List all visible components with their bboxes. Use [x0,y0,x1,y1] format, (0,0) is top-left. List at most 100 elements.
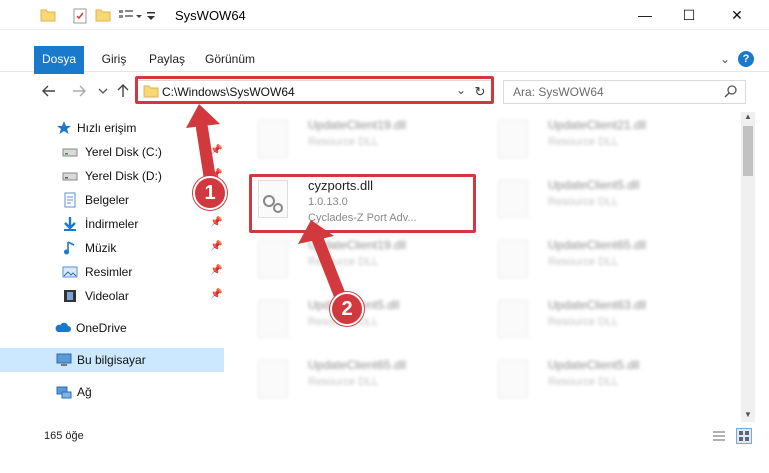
sidebar-item-label: Müzik [85,241,117,255]
close-button[interactable]: ✕ [714,0,760,30]
vertical-scrollbar[interactable]: ▲ ▼ [741,112,755,422]
sidebar-item-label: Belgeler [85,193,130,207]
music-icon [62,240,78,256]
properties-icon[interactable] [72,8,88,24]
computer-icon [56,352,72,368]
details-view-icon[interactable] [712,430,726,445]
documents-icon [62,192,78,208]
dll-file-icon [498,120,528,158]
ribbon-tabs: Dosya Giriş Paylaş Görünüm ⌄ ? [0,46,769,102]
sidebar-item-this-pc[interactable]: Bu bilgisayar [0,348,224,372]
scroll-down-icon[interactable]: ▼ [744,410,752,419]
sidebar-item-videos[interactable]: Videolar 📌 [0,284,224,308]
sidebar-item-label: Hızlı erişim [77,121,137,135]
sidebar-item-network[interactable]: Ağ [0,380,224,404]
tab-share[interactable]: Paylaş [144,46,190,72]
file-description: Resource DLL [308,376,379,388]
sidebar-item-quick-access[interactable]: Hızlı erişim [0,116,224,140]
sidebar-item-local-disk-d[interactable]: Yerel Disk (D:) 📌 [0,164,224,188]
sidebar-item-music[interactable]: Müzik 📌 [0,236,224,260]
file-description: Resource DLL [548,196,619,208]
file-highlight [249,174,476,233]
drive-icon [62,144,78,160]
file-name: UpdateClient5.dll [548,178,640,192]
sidebar-item-pictures[interactable]: Resimler 📌 [0,260,224,284]
file-description: Resource DLL [308,256,379,268]
item-count: 165 öğe [44,430,84,442]
large-icons-view-icon[interactable] [736,428,752,444]
file-list: UpdateClient19.dll Resource DLL UpdateCl… [236,112,741,412]
sidebar-item-label: Ağ [77,385,92,399]
address-bar-highlight [135,76,494,104]
file-item[interactable]: UpdateClient21.dll Resource DLL [486,112,716,168]
minimize-button[interactable]: — [622,0,668,30]
dll-file-icon [498,180,528,218]
folder-icon [40,8,56,24]
file-description: Resource DLL [308,136,379,148]
file-name: UpdateClient65.dll [308,358,407,372]
videos-icon [62,288,78,304]
pin-icon: 📌 [210,217,223,228]
sidebar-item-downloads[interactable]: İndirmeler 📌 [0,212,224,236]
up-icon[interactable] [114,82,132,100]
file-description: Resource DLL [548,136,619,148]
sidebar-item-label: Yerel Disk (C:) [85,145,162,159]
customize-toolbar-icon[interactable] [118,8,144,24]
back-icon[interactable] [40,82,58,100]
scroll-up-icon[interactable]: ▲ [744,112,752,121]
forward-icon[interactable] [70,82,88,100]
file-description: Resource DLL [548,256,619,268]
pin-icon: 📌 [210,289,223,300]
dll-file-icon [258,360,288,398]
file-item[interactable]: UpdateClient5.dll Resource DLL [486,352,716,408]
search-placeholder: Ara: SysWOW64 [513,85,604,99]
pin-icon: 📌 [210,145,223,156]
sidebar-item-label: Yerel Disk (D:) [85,169,162,183]
file-name: UpdateClient21.dll [548,118,647,132]
pin-icon: 📌 [210,241,223,252]
status-bar: 165 öğe [0,422,769,450]
file-name: UpdateClient19.dll [308,118,407,132]
scroll-thumb[interactable] [743,126,753,176]
file-description: Resource DLL [548,376,619,388]
file-description: Resource DLL [548,316,619,328]
file-name: UpdateClient5.dll [548,358,640,372]
network-icon [56,384,72,400]
file-name: UpdateClient63.dll [548,298,647,312]
star-icon [56,120,72,136]
drive-icon [62,168,78,184]
title-bar: SysWOW64 — ☐ ✕ [0,0,769,30]
file-item[interactable]: UpdateClient5.dll Resource DLL [486,172,716,228]
file-item[interactable]: UpdateClient19.dll Resource DLL [246,232,476,288]
tab-home[interactable]: Giriş [94,46,134,72]
search-input[interactable]: Ara: SysWOW64 [503,80,746,104]
sidebar-item-label: İndirmeler [85,217,139,231]
sidebar-item-label: Resimler [85,265,133,279]
cloud-icon [54,320,71,336]
sidebar-item-label: Bu bilgisayar [77,353,146,367]
sidebar-item-documents[interactable]: Belgeler 📌 [0,188,224,212]
dll-file-icon [498,240,528,278]
expand-ribbon-icon[interactable]: ⌄ [720,52,730,66]
download-icon [62,216,78,232]
file-item[interactable]: UpdateClient63.dll Resource DLL [486,292,716,348]
dll-file-icon [258,120,288,158]
new-folder-icon[interactable] [95,8,111,24]
dll-file-icon [498,360,528,398]
dll-file-icon [258,240,288,278]
pin-icon: 📌 [210,265,223,276]
window-title: SysWOW64 [175,8,246,23]
file-item[interactable]: UpdateClient19.dll Resource DLL [246,112,476,168]
chevron-down-icon[interactable] [146,8,156,24]
sidebar-item-label: OneDrive [76,321,127,335]
sidebar-item-local-disk-c[interactable]: Yerel Disk (C:) 📌 [0,140,224,164]
maximize-button[interactable]: ☐ [666,0,712,30]
sidebar-item-onedrive[interactable]: OneDrive [0,316,224,340]
tab-view[interactable]: Görünüm [200,46,260,72]
step-badge-1: 1 [193,176,227,210]
help-icon[interactable]: ? [738,51,754,67]
file-item[interactable]: UpdateClient65.dll Resource DLL [246,352,476,408]
recent-locations-icon[interactable] [94,82,112,100]
dll-file-icon [498,300,528,338]
file-item[interactable]: UpdateClient65.dll Resource DLL [486,232,716,288]
